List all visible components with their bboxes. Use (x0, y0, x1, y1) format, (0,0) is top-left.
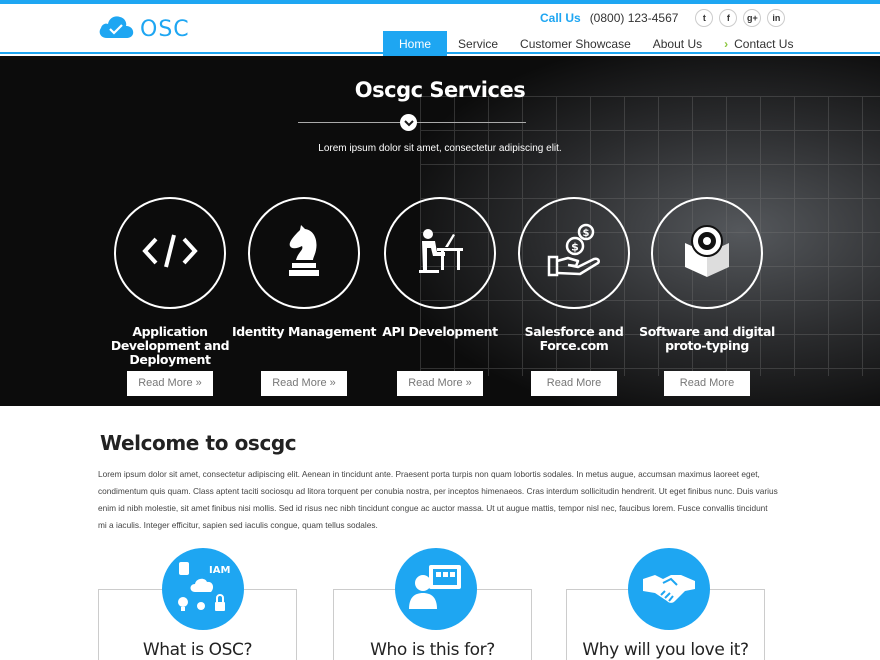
money-hand-icon: $ $ (546, 223, 602, 284)
feature-card-title: What is OSC? (142, 640, 253, 660)
feature-card-icon-circle: IAM (162, 548, 244, 630)
iam-cloud-icon: IAM (171, 558, 235, 621)
google-plus-icon[interactable]: g+ (743, 9, 762, 27)
service-title: Software and digital proto-typing (639, 324, 775, 353)
service-api-development: API Development Read More » (365, 197, 515, 396)
developer-desk-icon (415, 226, 465, 281)
code-icon (142, 231, 198, 276)
linkedin-icon[interactable]: in (767, 9, 786, 27)
svg-text:$: $ (583, 228, 590, 239)
iam-label: IAM (209, 565, 230, 576)
feature-card-icon-circle (395, 548, 477, 630)
nav-about-us[interactable]: About Us (642, 31, 713, 58)
service-icon-circle[interactable] (651, 197, 763, 309)
feature-card-title: Who is this for? (370, 640, 495, 660)
welcome-paragraph: Lorem ipsum dolor sit amet, consectetur … (98, 469, 778, 530)
social-links: t f g+ in (695, 9, 786, 27)
hero-title: Oscgc Services (354, 78, 526, 102)
service-app-development: Application Development and Deployment R… (95, 197, 245, 396)
facebook-icon[interactable]: f (719, 9, 738, 27)
svg-text:$: $ (571, 240, 579, 253)
main-nav: Home Service Customer Showcase About Us … (383, 31, 804, 58)
nav-customer-showcase[interactable]: Customer Showcase (509, 31, 642, 58)
site-header: OSC Call Us (0800) 123-4567 t f g+ in Ho… (0, 4, 880, 58)
twitter-icon[interactable]: t (695, 9, 714, 27)
logo[interactable]: OSC (98, 14, 190, 45)
service-icon-circle[interactable]: $ $ (518, 197, 630, 309)
read-more-button[interactable]: Read More (664, 371, 750, 396)
nav-service[interactable]: Service (447, 31, 509, 58)
read-more-button[interactable]: Read More » (397, 371, 483, 396)
cloud-logo-icon (98, 14, 134, 45)
service-prototyping: Software and digital proto-typing Read M… (632, 197, 782, 396)
chevron-down-icon[interactable] (400, 114, 417, 131)
hero-subtitle: Lorem ipsum dolor sit amet, consectetur … (318, 143, 562, 154)
chess-knight-icon (286, 224, 322, 283)
service-salesforce: $ $ Salesforce and Force.com Read More (499, 197, 649, 396)
nav-contact-us[interactable]: Contact Us (713, 31, 804, 58)
user-screen-icon (407, 561, 465, 618)
service-icon-circle[interactable] (384, 197, 496, 309)
call-us-label: Call Us (540, 11, 581, 25)
contact-bar: Call Us (0800) 123-4567 t f g+ in (540, 9, 786, 27)
prototype-box-icon (681, 223, 733, 284)
brand-name: OSC (140, 17, 190, 42)
handshake-icon (641, 567, 697, 612)
feature-card-title: Why will you love it? (582, 640, 749, 660)
read-more-button[interactable]: Read More » (127, 371, 213, 396)
welcome-title: Welcome to oscgc (100, 431, 297, 455)
feature-card-icon-circle (628, 548, 710, 630)
phone-number[interactable]: (0800) 123-4567 (590, 11, 679, 25)
read-more-button[interactable]: Read More » (261, 371, 347, 396)
service-title: Salesforce and Force.com (524, 324, 624, 353)
service-icon-circle[interactable] (114, 197, 226, 309)
service-identity-management: Identity Management Read More » (229, 197, 379, 396)
read-more-button[interactable]: Read More (531, 371, 617, 396)
service-title: Application Development and Deployment (110, 324, 230, 367)
service-title: API Development (382, 324, 498, 339)
nav-home[interactable]: Home (383, 31, 448, 58)
services-hero: Oscgc Services Lorem ipsum dolor sit ame… (0, 56, 880, 406)
service-icon-circle[interactable] (248, 197, 360, 309)
service-title: Identity Management (231, 324, 377, 339)
